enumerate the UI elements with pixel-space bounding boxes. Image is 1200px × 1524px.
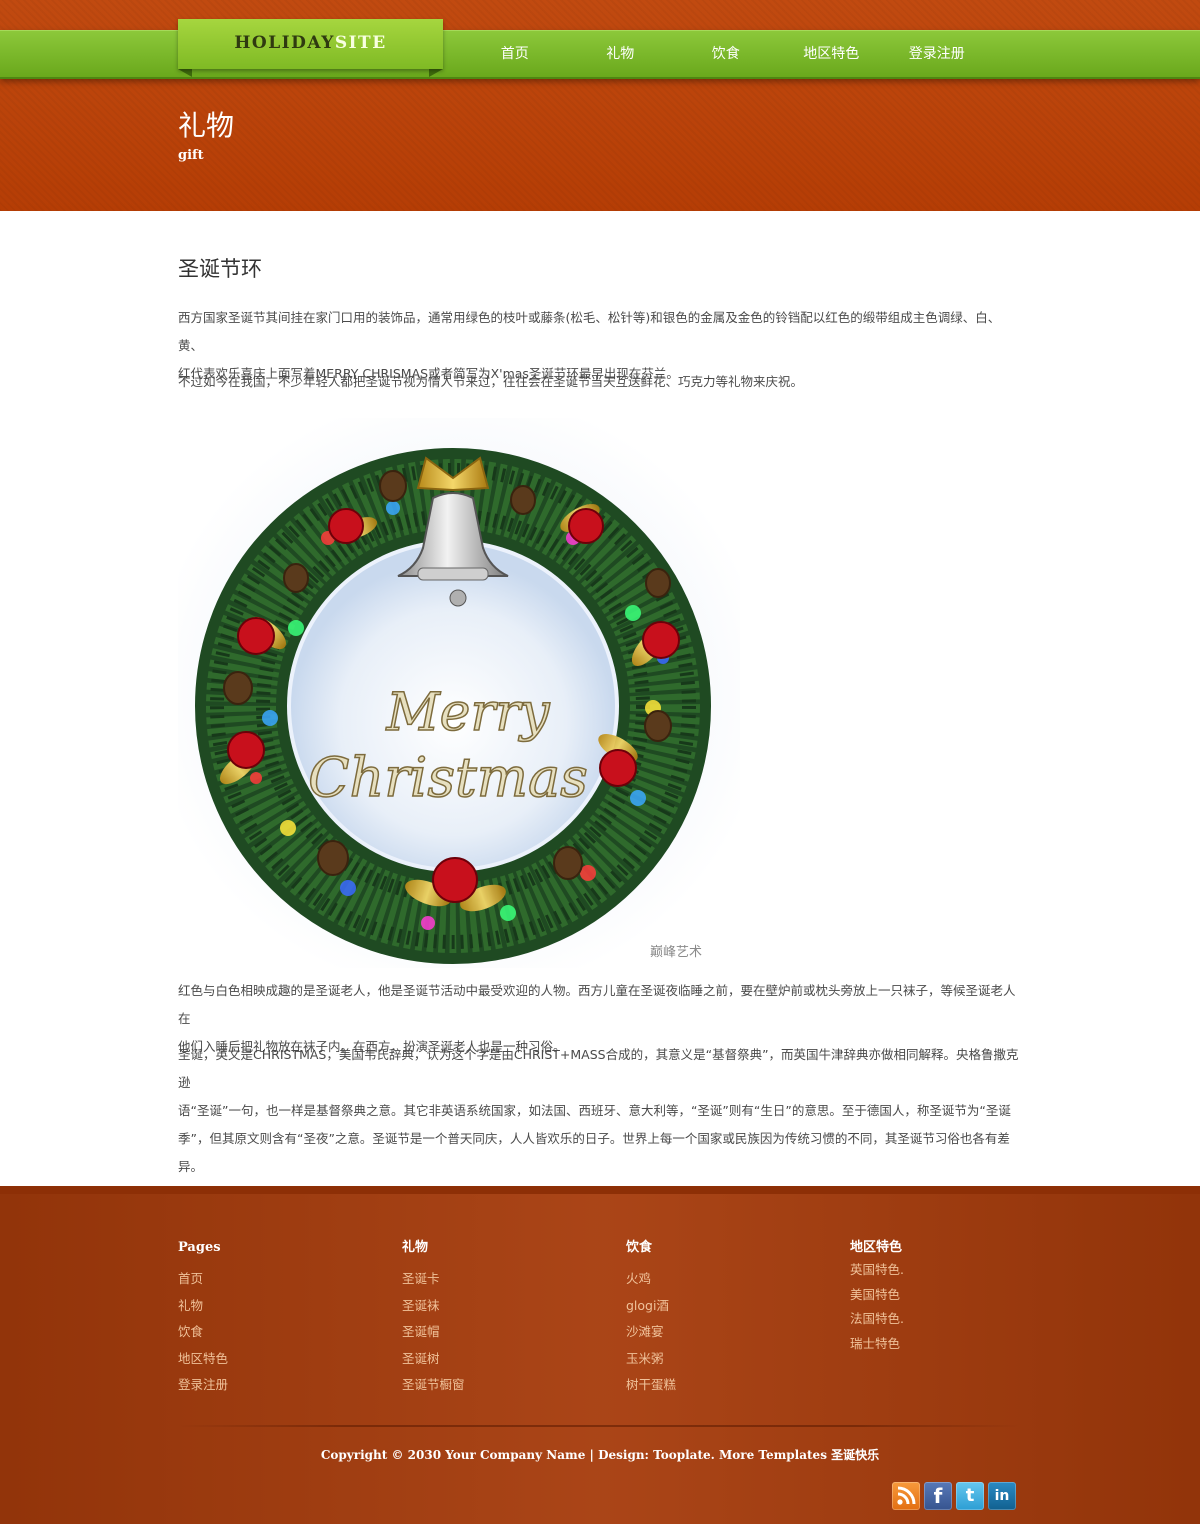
linkedin-icon[interactable]: in: [988, 1482, 1016, 1510]
logo-text-holiday: HOLIDAY: [234, 33, 335, 53]
paragraph-line: 圣诞，英文是CHRISTMAS，美国韦氏辞典，认为这个字是由CHRIST+MAS…: [178, 1047, 1019, 1090]
linkedin-glyph: in: [994, 1488, 1010, 1504]
twitter-glyph: t: [965, 1485, 975, 1506]
footer-link-uk[interactable]: 英国特色.: [850, 1258, 1050, 1283]
facebook-glyph: f: [933, 1484, 943, 1508]
nav-item-food[interactable]: 饮食: [673, 31, 779, 77]
logo-text-site: SITE: [334, 33, 387, 53]
wreath-text-christmas: Christmas: [308, 746, 588, 809]
footer-link-login-register[interactable]: 登录注册: [178, 1372, 378, 1399]
footer-link-christmas-stocking[interactable]: 圣诞袜: [402, 1293, 602, 1320]
footer-link-christmas-card[interactable]: 圣诞卡: [402, 1266, 602, 1293]
footer-link-regional[interactable]: 地区特色: [178, 1346, 378, 1373]
logo-ribbon-fold-right: [429, 69, 443, 77]
footer-link-usa[interactable]: 美国特色: [850, 1283, 1050, 1308]
nav-item-gifts[interactable]: 礼物: [568, 31, 674, 77]
article-paragraph-2: 不过如今在我国，不少年轻人都把圣诞节视为情人节来过，往往会在圣诞节当天互送鲜花、…: [178, 374, 804, 389]
site-footer: Pages 首页 礼物 饮食 地区特色 登录注册 礼物 圣诞卡 圣诞袜 圣诞帽 …: [0, 1186, 1200, 1524]
paragraph-line: 红色与白色相映成趣的是圣诞老人，他是圣诞节活动中最受欢迎的人物。西方儿童在圣诞夜…: [178, 983, 1016, 1026]
site-logo[interactable]: HOLIDAYSITE: [178, 19, 443, 69]
image-watermark: 巅峰艺术: [650, 945, 702, 960]
footer-divider: [178, 1425, 1020, 1427]
footer-link-home[interactable]: 首页: [178, 1266, 378, 1293]
paragraph-line: 季”，但其原文则含有“圣夜”之意。圣诞节是一个普天同庆，人人皆欢乐的日子。世界上…: [178, 1131, 1010, 1174]
article-title: 圣诞节环: [178, 257, 262, 281]
footer-link-christmas-hat[interactable]: 圣诞帽: [402, 1319, 602, 1346]
logo-ribbon-fold-left: [178, 69, 192, 77]
twitter-icon[interactable]: t: [956, 1482, 984, 1510]
nav-item-regional[interactable]: 地区特色: [779, 31, 885, 77]
site-header: HOLIDAYSITE 首页 礼物 饮食 地区特色 登录注册 礼物 gift: [0, 0, 1200, 211]
footer-link-switzerland[interactable]: 瑞士特色: [850, 1332, 1050, 1357]
footer-column-pages: Pages 首页 礼物 饮食 地区特色 登录注册: [178, 1238, 378, 1399]
nav-item-login-register[interactable]: 登录注册: [884, 31, 990, 77]
page-title: 礼物: [178, 109, 235, 142]
footer-column-food: 饮食 火鸡 glogi酒 沙滩宴 玉米粥 树干蛋糕: [626, 1238, 826, 1399]
footer-link-glogi[interactable]: glogi酒: [626, 1293, 826, 1320]
footer-link-yule-log[interactable]: 树干蛋糕: [626, 1372, 826, 1399]
christmas-wreath-image: Merry Christmas 巅峰艺术: [178, 418, 740, 968]
nav-item-home[interactable]: 首页: [462, 31, 568, 77]
paragraph-line: 西方国家圣诞节其间挂在家门口用的装饰品，通常用绿色的枝叶或藤条(松毛、松针等)和…: [178, 310, 1001, 353]
social-links: f t in: [892, 1482, 1016, 1510]
footer-link-christmas-window[interactable]: 圣诞节橱窗: [402, 1372, 602, 1399]
wreath-text-merry: Merry: [385, 683, 550, 743]
copyright-text: Copyright © 2030 Your Company Name | Des…: [320, 1448, 880, 1462]
footer-heading: 礼物: [402, 1240, 429, 1255]
page-subtitle: gift: [178, 148, 204, 163]
footer-heading: 饮食: [626, 1240, 653, 1255]
footer-link-christmas-tree[interactable]: 圣诞树: [402, 1346, 602, 1373]
footer-heading: Pages: [178, 1240, 221, 1255]
footer-link-france[interactable]: 法国特色.: [850, 1307, 1050, 1332]
main-nav: 首页 礼物 饮食 地区特色 登录注册: [462, 31, 990, 77]
footer-link-food[interactable]: 饮食: [178, 1319, 378, 1346]
footer-link-beach-feast[interactable]: 沙滩宴: [626, 1319, 826, 1346]
footer-link-turkey[interactable]: 火鸡: [626, 1266, 826, 1293]
article-paragraph-4: 圣诞，英文是CHRISTMAS，美国韦氏辞典，认为这个字是由CHRIST+MAS…: [178, 1041, 1020, 1181]
rss-icon[interactable]: [892, 1482, 920, 1510]
footer-column-regional: 地区特色 英国特色. 美国特色 法国特色. 瑞士特色: [850, 1238, 1050, 1356]
paragraph-line: 语“圣诞”一句，也一样是基督祭典之意。其它非英语系统国家，如法国、西班牙、意大利…: [178, 1103, 1011, 1118]
facebook-icon[interactable]: f: [924, 1482, 952, 1510]
footer-link-corn-porridge[interactable]: 玉米粥: [626, 1346, 826, 1373]
footer-heading: 地区特色: [850, 1240, 903, 1255]
footer-link-gifts[interactable]: 礼物: [178, 1293, 378, 1320]
footer-column-gifts: 礼物 圣诞卡 圣诞袜 圣诞帽 圣诞树 圣诞节橱窗: [402, 1238, 602, 1399]
